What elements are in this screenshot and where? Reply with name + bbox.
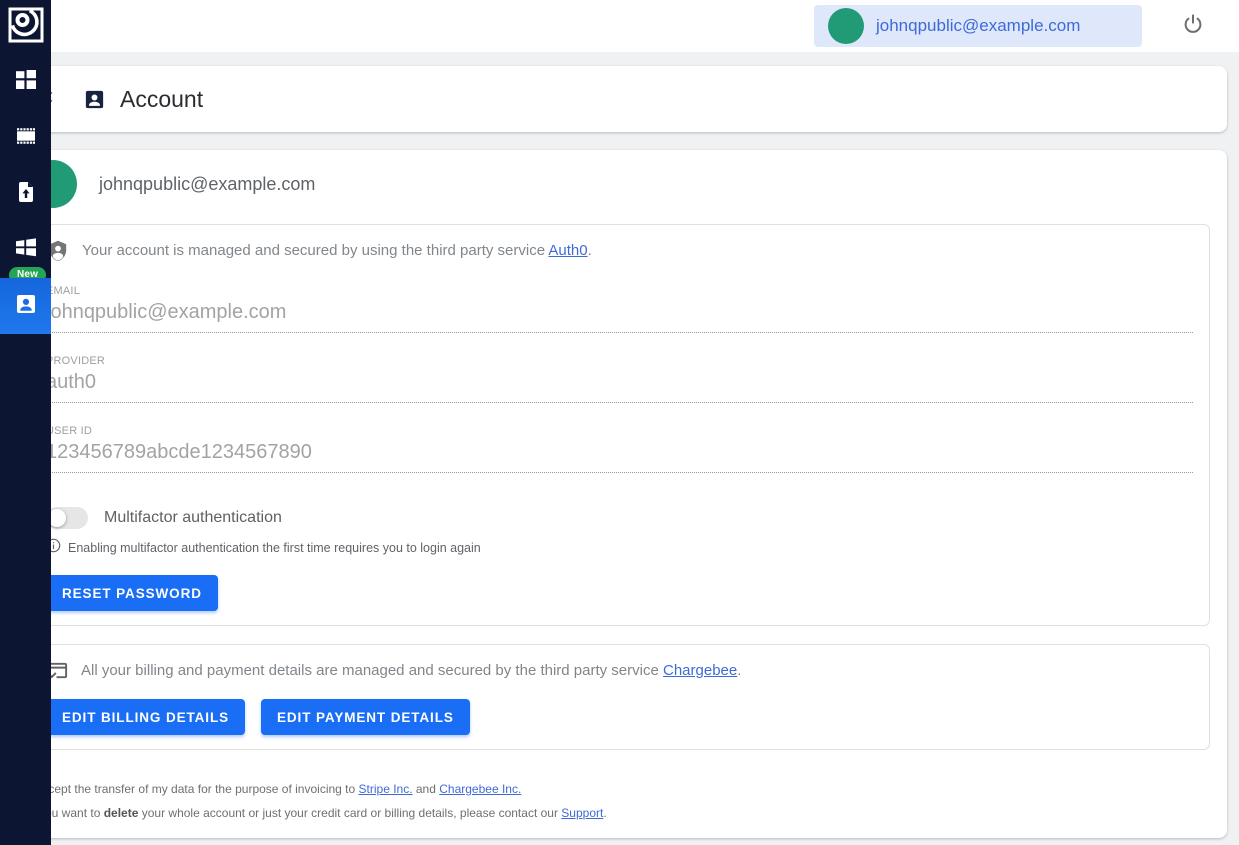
email-field-label: EMAIL: [46, 285, 1193, 297]
sidebar-item-account[interactable]: [0, 278, 51, 334]
billing-notice-suffix: .: [737, 662, 741, 679]
auth-section: Your account is managed and secured by u…: [29, 224, 1210, 626]
app-logo[interactable]: [0, 0, 51, 54]
sidebar-item-dashboard[interactable]: [0, 54, 51, 110]
userid-field-value: 123456789abcde1234567890: [46, 437, 1193, 473]
windows-icon: [15, 237, 37, 263]
footer-line1-middle: and: [413, 782, 440, 796]
user-chip[interactable]: johnqpublic@example.com: [814, 5, 1142, 47]
stripe-link[interactable]: Stripe Inc.: [359, 782, 413, 796]
billing-buttons: EDIT BILLING DETAILS EDIT PAYMENT DETAIL…: [46, 699, 1193, 735]
billing-notice-prefix: All your billing and payment details are…: [81, 662, 663, 679]
footer-line2-suffix: .: [603, 806, 606, 820]
mfa-toggle-row: Multifactor authentication: [46, 507, 1193, 529]
userid-field-label: USER ID: [46, 425, 1193, 437]
stamp-icon: [15, 125, 37, 152]
auth-notice-text: Your account is managed and secured by u…: [82, 239, 592, 263]
legal-footer: I accept the transfer of my data for the…: [29, 782, 1210, 820]
auth-notice-suffix: .: [588, 242, 592, 259]
billing-notice: All your billing and payment details are…: [46, 659, 1193, 683]
auth-notice: Your account is managed and secured by u…: [46, 239, 1193, 263]
sidebar-item-apps[interactable]: New: [0, 222, 51, 278]
edit-payment-details-button[interactable]: EDIT PAYMENT DETAILS: [261, 699, 470, 735]
auth0-link[interactable]: Auth0: [548, 242, 587, 259]
page-title: Account: [120, 86, 203, 113]
chargebee-link[interactable]: Chargebee: [663, 662, 737, 679]
profile-email: johnqpublic@example.com: [99, 174, 315, 195]
footer-line-delete: If you want to delete your whole account…: [29, 806, 1210, 820]
logo-icon: [8, 7, 44, 48]
sidebar-item-stamps[interactable]: [0, 110, 51, 166]
power-icon: [1181, 12, 1205, 41]
account-box-icon: [14, 292, 38, 321]
reset-password-button[interactable]: RESET PASSWORD: [46, 575, 218, 611]
provider-field: PROVIDER auth0: [46, 355, 1193, 403]
mfa-label: Multifactor authentication: [104, 509, 282, 527]
footer-line-invoicing: I accept the transfer of my data for the…: [29, 782, 1210, 796]
account-card: johnqpublic@example.com Your account is …: [11, 150, 1227, 838]
mfa-toggle[interactable]: [46, 507, 88, 529]
sidebar-item-upload[interactable]: [0, 166, 51, 222]
file-upload-icon: [15, 181, 37, 208]
user-avatar: [828, 8, 864, 44]
userid-field: USER ID 123456789abcde1234567890: [46, 425, 1193, 473]
edit-billing-details-button[interactable]: EDIT BILLING DETAILS: [46, 699, 245, 735]
email-field-value: johnqpublic@example.com: [46, 297, 1193, 333]
profile-row: johnqpublic@example.com: [29, 160, 1210, 208]
footer-line2-middle: your whole account or just your credit c…: [138, 806, 561, 820]
auth-notice-prefix: Your account is managed and secured by u…: [82, 242, 548, 259]
chargebee-inc-link[interactable]: Chargebee Inc.: [439, 782, 521, 796]
user-email: johnqpublic@example.com: [876, 16, 1080, 36]
topbar: johnqpublic@example.com: [51, 0, 1239, 52]
mfa-hint-row: Enabling multifactor authentication the …: [46, 538, 1193, 558]
billing-section: All your billing and payment details are…: [29, 644, 1210, 750]
footer-line2-bold: delete: [104, 806, 139, 820]
dashboard-icon: [15, 69, 37, 96]
sidebar: New: [0, 0, 51, 845]
provider-field-label: PROVIDER: [46, 355, 1193, 367]
billing-notice-text: All your billing and payment details are…: [81, 659, 741, 683]
page-header: Account: [11, 66, 1227, 132]
logout-button[interactable]: [1180, 13, 1206, 39]
reset-row: RESET PASSWORD: [46, 575, 1193, 611]
account-box-icon: [83, 88, 106, 111]
provider-field-value: auth0: [46, 367, 1193, 403]
support-link[interactable]: Support: [561, 806, 603, 820]
footer-line1-prefix: I accept the transfer of my data for the…: [29, 782, 359, 796]
email-field: EMAIL johnqpublic@example.com: [46, 285, 1193, 333]
mfa-hint-text: Enabling multifactor authentication the …: [68, 541, 481, 555]
